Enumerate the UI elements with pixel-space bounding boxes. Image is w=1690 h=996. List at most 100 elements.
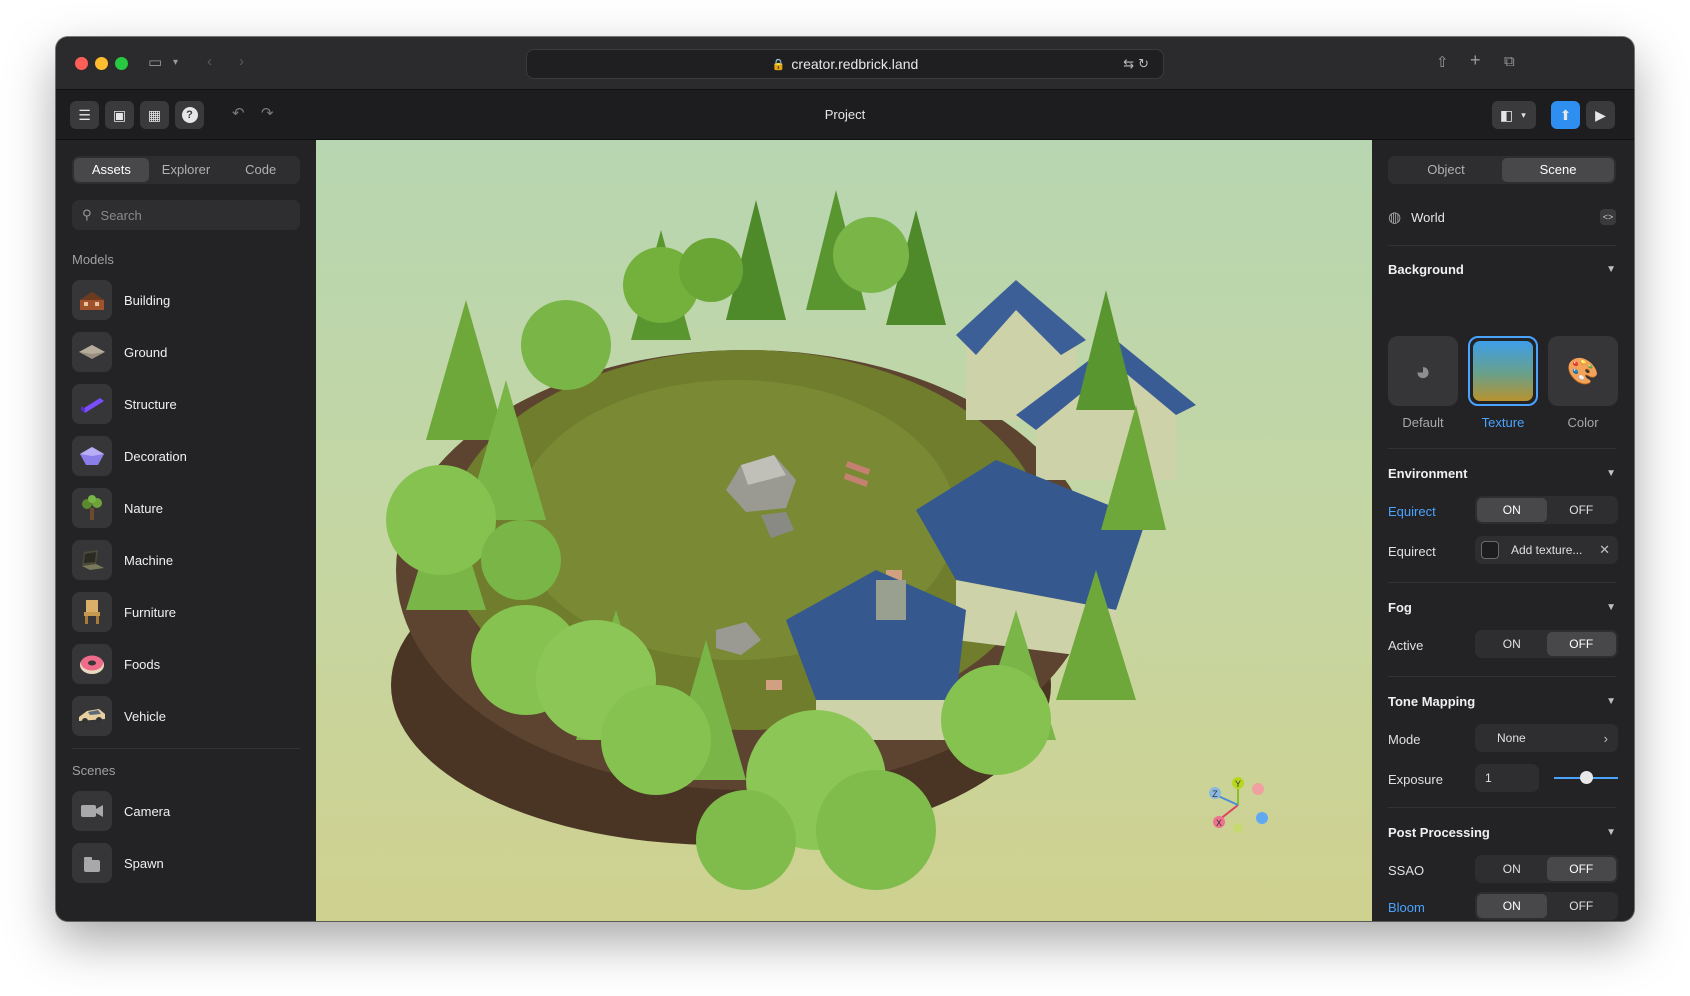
bloom-off-button[interactable]: OFF [1547,894,1617,918]
equirect-off-button[interactable]: OFF [1547,498,1617,522]
model-item-label: Machine [124,552,174,568]
bloom-toggle: ON OFF [1475,892,1618,920]
search-box: ⚲ [72,200,300,230]
fog-section-header[interactable]: Fog ▼ [1388,600,1616,615]
background-section-header[interactable]: Background ▼ [1388,262,1616,277]
chevron-down-icon: ▼ [1606,827,1616,838]
model-item-label: Furniture [124,604,177,620]
model-item-label: Decoration [124,448,187,464]
divider [1388,807,1616,808]
sidebar-toggle-icon[interactable]: ▭ [148,53,162,71]
axis-z-label: Z [1212,789,1218,799]
fog-on-button[interactable]: ON [1477,632,1547,656]
tab-scene[interactable]: Scene [1502,158,1614,182]
new-tab-icon[interactable]: + [1470,50,1481,71]
model-item-ground[interactable]: Ground [72,330,300,374]
upload-icon: ⬆ [1559,106,1572,123]
foods-icon [80,655,104,674]
world-row[interactable]: ◍ World <> [1388,202,1616,232]
post-processing-section-header[interactable]: Post Processing ▼ [1388,825,1616,840]
scene-item-spawn[interactable]: Spawn [72,841,300,885]
search-input[interactable] [100,207,281,223]
model-item-label: Foods [124,656,161,672]
axis-x-label: X [1216,818,1222,828]
chimney [876,580,906,620]
fog-off-button[interactable]: OFF [1546,632,1616,656]
model-item-building[interactable]: Building [72,278,300,322]
code-icon[interactable]: <> [1600,209,1616,225]
play-icon: ▶ [1595,106,1606,123]
close-window-button[interactable] [75,57,88,70]
divider [1388,582,1616,583]
tone-mapping-section-header[interactable]: Tone Mapping ▼ [1388,694,1616,709]
equirect-on-button[interactable]: ON [1477,498,1547,522]
texture-preview [1473,341,1533,401]
model-item-label: Building [124,292,171,308]
exposure-slider-handle[interactable] [1580,771,1593,784]
model-item-label: Structure [124,396,177,412]
chevron-down-icon: ▾ [1521,109,1526,120]
exposure-slider[interactable] [1554,771,1618,784]
background-option-color[interactable]: 🎨 Color [1548,336,1618,430]
model-item-furniture[interactable]: Furniture [72,590,300,634]
equirect-texture-field[interactable]: Add texture... ✕ [1475,536,1618,564]
model-item-structure[interactable]: Structure [72,382,300,426]
chevron-down-icon[interactable]: ▾ [173,57,178,68]
furniture-icon [84,600,100,624]
layout-button[interactable]: ◧ ▾ [1492,101,1536,129]
reload-icon[interactable]: ↻ [1138,56,1153,71]
ssao-label: SSAO [1388,863,1425,878]
divider [72,748,300,749]
model-item-decoration[interactable]: Decoration [72,434,300,478]
translate-icon[interactable]: ⇆ [1123,56,1138,71]
forward-icon[interactable]: › [239,53,244,70]
model-item-nature[interactable]: Nature [72,486,300,530]
bloom-label: Bloom [1388,900,1425,915]
axis-y-label: Y [1235,779,1241,789]
address-bar[interactable]: 🔒 creator.redbrick.land ⇆↻ [526,49,1164,79]
model-item-machine[interactable]: Machine [72,538,300,582]
tab-overview-icon[interactable]: ⧉ [1504,53,1515,70]
share-icon[interactable]: ⇧ [1436,53,1449,71]
exposure-input[interactable]: 1 [1475,764,1539,792]
background-option-default[interactable]: ◕ Default [1388,336,1458,430]
tab-explorer[interactable]: Explorer [149,158,224,182]
scene-item-label: Spawn [124,855,164,871]
ssao-off-button[interactable]: OFF [1546,857,1616,881]
back-icon[interactable]: ‹ [207,53,212,70]
crate [766,680,782,690]
divider [1388,448,1616,449]
tone-mode-select[interactable]: None › [1475,724,1618,752]
left-panel-tabs: Assets Explorer Code [72,156,300,184]
background-heading: Background [1388,262,1464,277]
ssao-on-button[interactable]: ON [1477,857,1547,881]
globe-icon: ◍ [1388,209,1402,226]
fog-active-label: Active [1388,638,1424,653]
spawn-icon [84,857,100,872]
divider [1388,245,1616,246]
bloom-on-button[interactable]: ON [1477,894,1547,918]
zoom-window-button[interactable] [115,57,128,70]
environment-section-header[interactable]: Environment ▼ [1388,466,1616,481]
decoration-icon [80,447,104,465]
machine-icon [82,550,104,570]
background-option-texture[interactable]: Texture [1468,336,1538,430]
tab-code[interactable]: Code [223,158,298,182]
tab-object[interactable]: Object [1390,158,1502,182]
vehicle-icon [79,709,105,724]
structure-icon [81,398,104,413]
chevron-down-icon: ▼ [1606,468,1616,479]
scene-item-camera[interactable]: Camera [72,789,300,833]
lock-icon: 🔒 [771,58,786,71]
background-option-label: Color [1567,415,1599,430]
divider [1388,676,1616,677]
clear-texture-icon[interactable]: ✕ [1599,542,1610,558]
publish-button[interactable]: ⬆ [1551,101,1580,129]
play-button[interactable]: ▶ [1586,101,1615,129]
ssao-toggle: ON OFF [1475,855,1618,883]
minimize-window-button[interactable] [95,57,108,70]
model-item-foods[interactable]: Foods [72,642,300,686]
scene-viewport[interactable]: Y X Z [316,140,1372,921]
tab-assets[interactable]: Assets [74,158,149,182]
model-item-vehicle[interactable]: Vehicle [72,694,300,738]
